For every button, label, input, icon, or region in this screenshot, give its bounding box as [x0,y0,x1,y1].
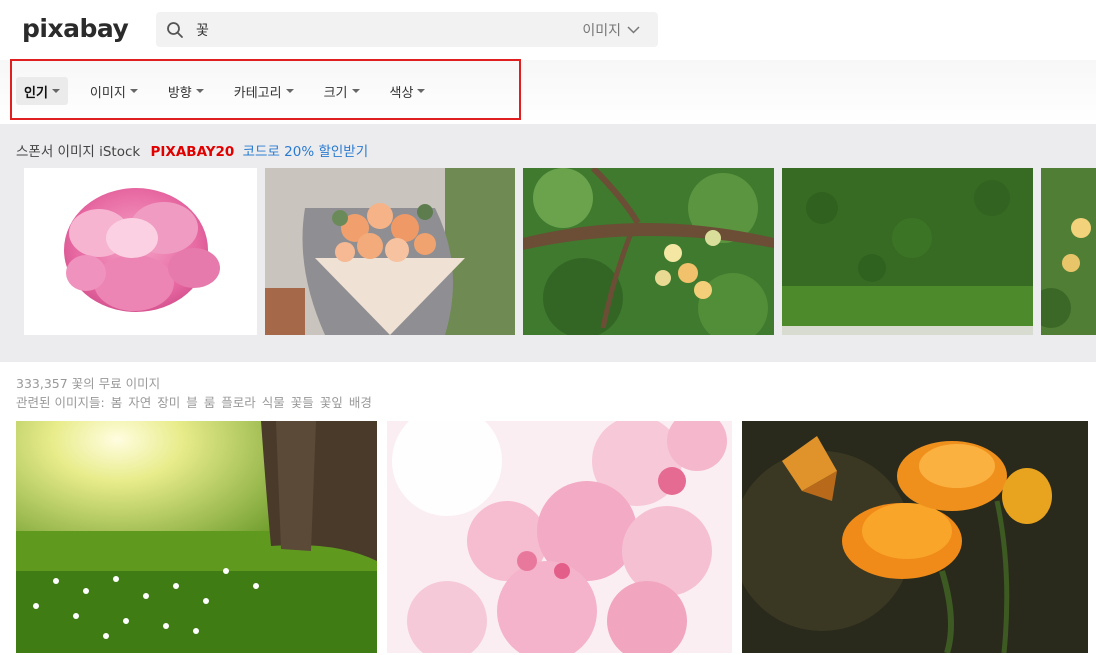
related-tag[interactable]: 배경 [349,393,372,412]
cherry-blossom-image [387,421,732,653]
search-type-select[interactable]: 이미지 [582,20,640,40]
promo-code: PIXABAY20 [150,144,235,160]
hedge-image [782,168,1033,335]
related-tag[interactable]: 꽃잎 [320,393,343,412]
related-tag[interactable]: 자연 [128,393,151,412]
filter-label: 크기 [323,85,348,101]
branch-image [523,168,774,335]
caret-down-icon [129,89,138,93]
related-tag[interactable]: 꽃들 [291,393,314,412]
butterfly-flower-image [742,421,1088,653]
sponsored-image-peony[interactable] [24,168,257,335]
result-image-cherry-blossom[interactable] [387,421,732,653]
results-count: 333,357 꽃의 무료 이미지 [16,376,161,391]
filter-label: 인기 [24,85,48,101]
caret-down-icon [285,89,294,93]
caret-down-icon [417,89,426,93]
peony-image [64,188,220,312]
related-tag[interactable]: 장미 [157,393,180,412]
search-icon[interactable] [166,21,184,39]
related-tag[interactable]: 블 [186,393,198,412]
chevron-down-icon [627,26,640,34]
bouquet-image [265,168,515,335]
sponsored-image-hedge[interactable] [782,168,1033,335]
filter-list: 인기 이미지 방향 카테고리 크기 색상 [16,77,447,105]
related-tags: 관련된 이미지들: 봄 자연 장미 블 룸 플로라 식물 꽃들 꽃잎 배경 [16,393,372,412]
related-tag[interactable]: 식물 [262,393,285,412]
filter-color[interactable]: 색상 [382,77,434,105]
header: pixabay 이미지 [0,0,1096,60]
related-label: 관련된 이미지들: [16,395,105,410]
related-tag[interactable]: 플로라 [221,393,256,412]
search-bar[interactable]: 이미지 [156,12,658,47]
promo-link[interactable]: 코드로 20% 할인받기 [243,144,369,160]
caret-down-icon [351,89,360,93]
sponsored-image-partial[interactable] [1041,168,1096,335]
caret-down-icon [51,89,60,93]
filter-label: 이미지 [89,85,126,101]
caret-down-icon [195,89,204,93]
sponsored-section: 스폰서 이미지 iStock PIXABAY20 코드로 20% 할인받기 [0,124,1096,362]
result-image-meadow[interactable] [16,421,377,653]
filter-category[interactable]: 카테고리 [226,77,302,105]
search-type-label: 이미지 [582,23,621,39]
results-info: 333,357 꽃의 무료 이미지 관련된 이미지들: 봄 자연 장미 블 룸 … [16,374,372,412]
filter-image-type[interactable]: 이미지 [82,77,146,105]
filter-popular[interactable]: 인기 [16,77,68,105]
filter-orientation[interactable]: 방향 [160,77,212,105]
sponsored-image-bouquet[interactable] [265,168,515,335]
filter-label: 색상 [389,85,414,101]
filter-label: 방향 [167,85,192,101]
filter-label: 카테고리 [233,85,282,101]
related-tag[interactable]: 룸 [204,393,216,412]
partial-image [1041,168,1096,335]
sponsor-line: 스폰서 이미지 iStock PIXABAY20 코드로 20% 할인받기 [16,140,368,160]
meadow-image [16,421,377,653]
filter-size[interactable]: 크기 [316,77,368,105]
pixabay-logo[interactable]: pixabay [22,14,129,43]
sponsor-label: 스폰서 이미지 iStock [16,144,141,160]
sponsored-image-branch[interactable] [523,168,774,335]
related-tag[interactable]: 봄 [111,393,123,412]
search-input[interactable] [196,19,576,41]
result-image-butterfly[interactable] [742,421,1088,653]
